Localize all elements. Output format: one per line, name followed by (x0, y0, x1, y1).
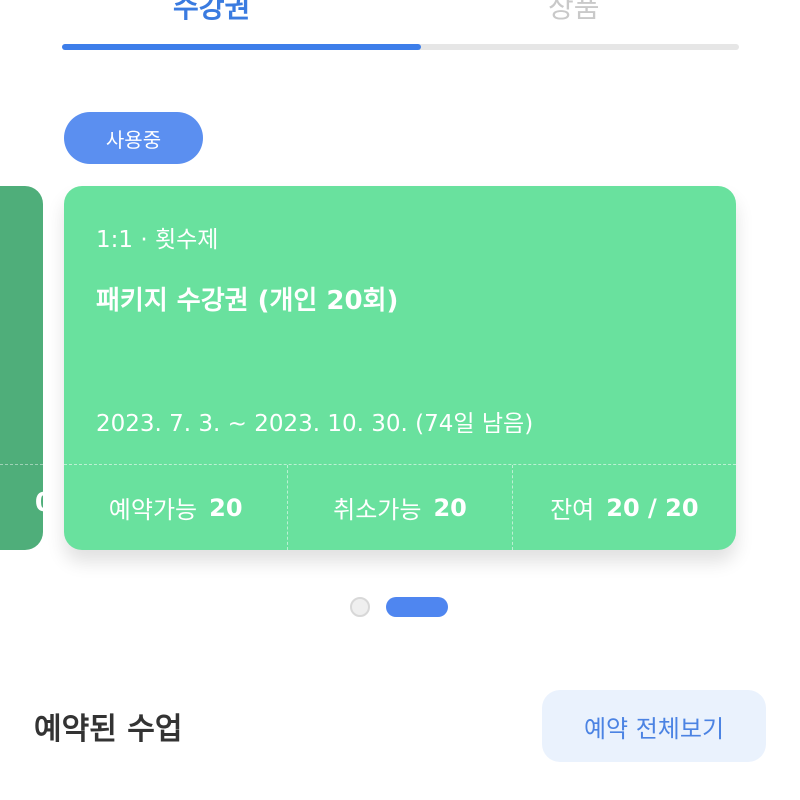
stat-value: 20 (209, 493, 243, 522)
previous-card-count: 0 (35, 488, 43, 518)
stat-value: 20 (433, 493, 467, 522)
ticket-meta: 1:1 · 횟수제 (96, 227, 219, 253)
ticket-card[interactable]: 1:1 · 횟수제 패키지 수강권 (개인 20회) 2023. 7. 3. ~… (64, 186, 736, 550)
card-divider (0, 464, 43, 465)
carousel-pagination (350, 597, 448, 617)
tab-indicator (62, 44, 421, 50)
stat-value: 20 / 20 (606, 493, 699, 522)
stat-reservable: 예약가능 20 (64, 465, 287, 550)
tab-products[interactable]: 상품 (548, 0, 600, 26)
ticket-period: 2023. 7. 3. ~ 2023. 10. 30. (74일 남음) (96, 411, 534, 437)
stat-label: 예약가능 (108, 496, 198, 524)
ticket-stats: 예약가능 20 취소가능 20 잔여 20 / 20 (64, 465, 736, 550)
pagination-dot[interactable] (350, 597, 370, 617)
pagination-dot-active[interactable] (386, 597, 448, 617)
reserved-classes-title: 예약된 수업 (34, 712, 183, 747)
stat-label: 잔여 (550, 496, 595, 524)
stat-remaining: 잔여 20 / 20 (511, 465, 736, 550)
tab-track (62, 44, 739, 50)
status-badge: 사용중 (64, 112, 203, 164)
stat-cancellable: 취소가능 20 (287, 465, 511, 550)
stat-label: 취소가능 (333, 496, 422, 524)
previous-ticket-card[interactable]: 0 (0, 186, 43, 550)
ticket-title: 패키지 수강권 (개인 20회) (96, 286, 399, 316)
tab-tickets[interactable]: 수강권 (173, 0, 250, 26)
view-all-reservations-button[interactable]: 예약 전체보기 (542, 690, 766, 762)
